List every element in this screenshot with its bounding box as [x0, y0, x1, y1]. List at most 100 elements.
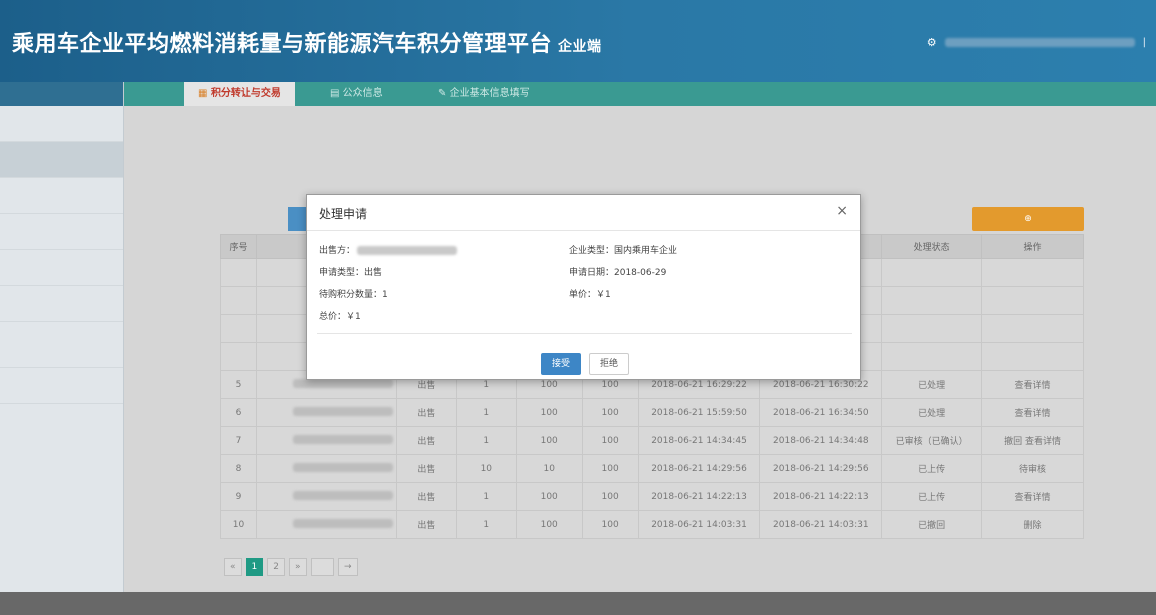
tab-public-info[interactable]: ▤ 公众信息 — [316, 82, 397, 106]
footer-bar — [0, 592, 1156, 615]
cell-op[interactable]: 待审核 — [981, 454, 1084, 483]
cell-no: 5 — [220, 370, 257, 399]
cell-status: 已处理 — [881, 370, 983, 399]
cell-qty: 1 — [455, 398, 517, 427]
dialog-title: 处理申请 — [319, 207, 368, 221]
cell-counterparty — [255, 482, 397, 511]
cell-date2: 2018-06-21 14:03:31 — [759, 510, 883, 539]
cell-total: 100 — [581, 482, 639, 511]
platform-title-text: 乘用车企业平均燃料消耗量与新能源汽车积分管理平台 — [12, 32, 553, 57]
cell-op[interactable]: 删除 — [981, 510, 1084, 539]
sidebar-subitem-3[interactable] — [0, 250, 123, 286]
dialog-divider — [317, 333, 852, 334]
cell-no: 8 — [220, 454, 257, 483]
tab-label: 积分转让与交易 — [210, 88, 281, 99]
field-request-date: 申请日期：2018-06-29 — [569, 268, 667, 278]
page-1-button[interactable]: 1 — [245, 558, 264, 576]
cell-date1: 2018-06-21 14:22:13 — [637, 482, 761, 511]
settings-gear-icon[interactable]: ⚙ — [927, 36, 937, 49]
accept-button[interactable]: 接受 — [541, 353, 581, 375]
cell-date1: 2018-06-21 14:29:56 — [637, 454, 761, 483]
process-request-dialog: 处理申请 × 出售方： 申请类型：出售 待购积分数量：1 总价：￥1 企业类型：… — [306, 194, 861, 380]
cell-date2: 2018-06-21 16:34:50 — [759, 398, 883, 427]
cell-price: 10 — [515, 454, 583, 483]
sidebar-item-2[interactable] — [0, 142, 123, 178]
cell-no: 6 — [220, 398, 257, 427]
field-credit-qty: 待购积分数量：1 — [319, 290, 388, 300]
table-row: 10 出售 1 100 100 2018-06-21 14:03:31 2018… — [220, 510, 1084, 539]
cell-status: 已处理 — [881, 398, 983, 427]
cell-date2: 2018-06-21 14:22:13 — [759, 482, 883, 511]
user-info-blurred — [944, 38, 1135, 47]
new-request-button[interactable]: ⊕ — [972, 207, 1084, 231]
platform-title-suffix: 企业端 — [558, 39, 602, 55]
cell-price: 100 — [515, 426, 583, 455]
sidebar-subitem-2[interactable] — [0, 214, 123, 250]
sidebar-subitem-4[interactable] — [0, 286, 123, 322]
cell-date2: 2018-06-21 14:34:48 — [759, 426, 883, 455]
cell-price: 100 — [515, 510, 583, 539]
header-user-area: ⚙ | — [927, 36, 1146, 49]
cell-status: 已审核（已确认） — [881, 426, 983, 455]
cell-qty: 1 — [455, 482, 517, 511]
cell-no: 10 — [220, 510, 257, 539]
cell-type: 出售 — [395, 398, 457, 427]
sidebar-subitem-1[interactable] — [0, 178, 123, 214]
cell-date1: 2018-06-21 15:59:50 — [637, 398, 761, 427]
page-jump-button[interactable]: → — [337, 558, 358, 576]
field-seller-label: 出售方： — [319, 246, 356, 256]
list-icon: ▤ — [330, 88, 340, 99]
cell-total: 100 — [581, 454, 639, 483]
cell-date1: 2018-06-21 14:34:45 — [637, 426, 761, 455]
page-prev-button[interactable]: « — [224, 558, 242, 576]
filter-button[interactable] — [288, 207, 306, 231]
page-jump-input[interactable] — [310, 558, 334, 576]
cell-counterparty — [255, 454, 397, 483]
logout-link[interactable]: | — [1143, 37, 1146, 48]
table-row: 6 出售 1 100 100 2018-06-21 15:59:50 2018-… — [220, 398, 1084, 427]
sidebar-item-4[interactable] — [0, 368, 123, 404]
cell-qty: 1 — [455, 426, 517, 455]
reject-button[interactable]: 拒绝 — [589, 353, 629, 375]
cell-price: 100 — [515, 398, 583, 427]
page-2-button[interactable]: 2 — [267, 558, 285, 576]
edit-icon: ✎ — [438, 88, 447, 99]
sidebar — [0, 82, 124, 592]
cell-op[interactable]: 查看详情 — [981, 398, 1084, 427]
cell-total: 100 — [581, 510, 639, 539]
field-unit-price: 单价：￥1 — [569, 290, 611, 300]
tab-label: 公众信息 — [342, 88, 383, 99]
cell-op[interactable]: 查看详情 — [981, 370, 1084, 399]
tab-credit-transfer[interactable]: ▦ 积分转让与交易 — [184, 82, 295, 106]
cell-total: 100 — [581, 426, 639, 455]
field-total-price: 总价：￥1 — [319, 312, 361, 322]
col-header: 操作 — [981, 234, 1084, 259]
cell-no: 7 — [220, 426, 257, 455]
cell-counterparty — [255, 426, 397, 455]
sidebar-top — [0, 82, 123, 106]
cell-status: 已撤回 — [881, 510, 983, 539]
chart-icon: ▦ — [198, 88, 208, 99]
page-next-button[interactable]: » — [288, 558, 307, 576]
top-header: 乘用车企业平均燃料消耗量与新能源汽车积分管理平台 企业端 ⚙ | — [0, 0, 1156, 82]
cell-no: 9 — [220, 482, 257, 511]
sidebar-item-1[interactable] — [0, 106, 123, 142]
tab-company-info[interactable]: ✎ 企业基本信息填写 — [424, 82, 544, 106]
cell-op[interactable]: 撤回 查看详情 — [981, 426, 1084, 455]
cell-type: 出售 — [395, 426, 457, 455]
sidebar-item-3[interactable] — [0, 322, 123, 368]
close-icon[interactable]: × — [836, 203, 848, 219]
table-row: 9 出售 1 100 100 2018-06-21 14:22:13 2018-… — [220, 482, 1084, 511]
cell-counterparty — [255, 510, 397, 539]
cell-date2: 2018-06-21 14:29:56 — [759, 454, 883, 483]
tab-label: 企业基本信息填写 — [449, 88, 530, 99]
field-seller: 出售方： — [319, 243, 458, 256]
table-row: 8 出售 10 10 100 2018-06-21 14:29:56 2018-… — [220, 454, 1084, 483]
cell-counterparty — [255, 398, 397, 427]
field-company-type: 企业类型：国内乘用车企业 — [569, 246, 678, 256]
col-header: 序号 — [220, 234, 257, 259]
seller-name-blurred — [357, 246, 458, 255]
cell-type: 出售 — [395, 454, 457, 483]
cell-qty: 10 — [455, 454, 517, 483]
cell-op[interactable]: 查看详情 — [981, 482, 1084, 511]
